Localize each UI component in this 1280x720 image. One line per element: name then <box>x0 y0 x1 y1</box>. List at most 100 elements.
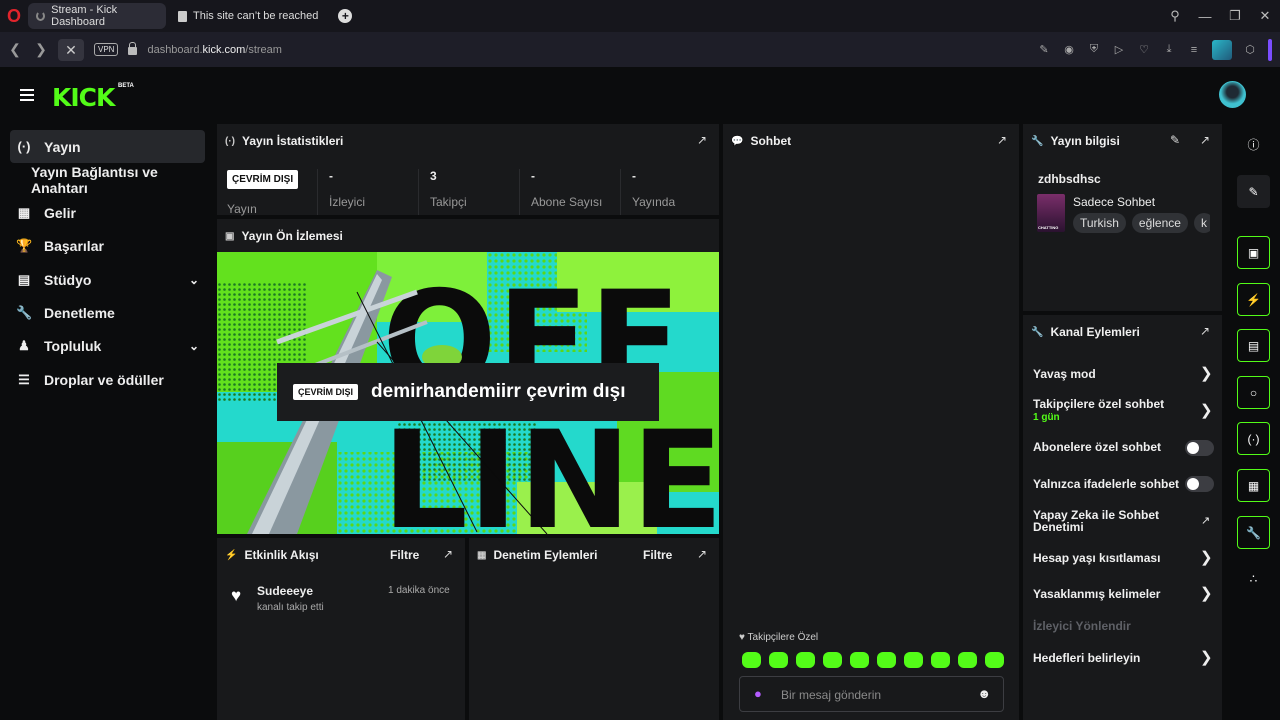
action-emote-only: Yalnızca ifadelerle sohbet <box>1033 477 1180 491</box>
followers-only-indicator: ♥ Takipçilere Özel <box>739 632 819 643</box>
heart-icon[interactable]: ♡ <box>1137 43 1151 56</box>
sidebar-item-studyo[interactable]: ▤ Stüdyo ⌄ <box>10 263 205 296</box>
popout-icon[interactable]: ↗ <box>443 547 453 561</box>
kick-logo[interactable]: KICK <box>52 83 115 112</box>
profile-avatar[interactable] <box>1212 39 1232 60</box>
wrench-icon[interactable]: 🔧 <box>1237 516 1270 549</box>
studio-icon: ▤ <box>17 271 31 287</box>
chevron-right-icon[interactable]: ❯ <box>1200 364 1213 382</box>
action-slow-mode[interactable]: Yavaş mod <box>1033 367 1096 381</box>
emote-icon[interactable] <box>904 652 923 668</box>
status-badge: ÇEVRİM DIŞI <box>227 170 299 189</box>
url-field[interactable]: dashboard.kick.com/stream <box>147 44 282 56</box>
chat-icon[interactable]: ○ <box>1237 376 1270 409</box>
edit-icon[interactable]: ✎ <box>1237 175 1270 208</box>
microphone-icon[interactable]: ● <box>754 686 762 701</box>
emote-icon[interactable] <box>931 652 950 668</box>
shield-icon[interactable]: ⛨ <box>1087 43 1101 56</box>
tag[interactable]: Turkish <box>1073 213 1126 233</box>
log-icon[interactable]: ▤ <box>1237 329 1270 362</box>
window-controls: ⚲ — ❐ ✕ <box>1160 0 1280 32</box>
site-header: KICK BETA <box>0 67 1280 124</box>
sidebar-handle[interactable] <box>1268 38 1272 61</box>
edit-icon[interactable]: ✎ <box>1170 133 1180 147</box>
stop-loading-button[interactable]: ✕ <box>58 38 84 61</box>
chat-message-input[interactable]: ● Bir mesaj gönderin ☻ <box>739 676 1004 712</box>
forward-button[interactable]: ❯ <box>28 41 54 58</box>
emote-icon[interactable] <box>850 652 869 668</box>
sidebar-item-topluluk[interactable]: ♟ Topluluk ⌄ <box>10 329 205 362</box>
maximize-button[interactable]: ❐ <box>1220 8 1250 24</box>
chevron-right-icon[interactable]: ❯ <box>1200 548 1213 566</box>
browser-address-bar: ❮ ❯ ✕ VPN dashboard.kick.com/stream ✎ ◉ … <box>0 32 1280 67</box>
heart-icon: ♥ <box>739 632 745 643</box>
action-ai-moderation[interactable]: Yapay Zeka ile Sohbet Denetimi <box>1033 509 1173 533</box>
user-avatar[interactable] <box>1219 81 1246 108</box>
minimize-button[interactable]: — <box>1190 9 1220 24</box>
preview-icon[interactable]: ▣ <box>1237 236 1270 269</box>
sidebar-item-stream-key[interactable]: Yayın Bağlantısı ve Anahtarı <box>31 163 216 196</box>
chevron-right-icon[interactable]: ❯ <box>1200 648 1213 666</box>
emote-icon[interactable] <box>796 652 815 668</box>
panel-title: Yayın İstatistikleri <box>242 134 344 148</box>
play-icon[interactable]: ▷ <box>1112 43 1126 56</box>
community-icon: ♟ <box>18 337 30 353</box>
community-icon[interactable]: ∴ <box>1237 562 1270 595</box>
subscribers-only-toggle[interactable] <box>1185 440 1214 456</box>
browser-tab[interactable]: This site can’t be reached <box>170 3 328 29</box>
hamburger-menu-icon[interactable] <box>20 89 34 104</box>
emote-icon[interactable] <box>985 652 1004 668</box>
emote-icon[interactable] <box>877 652 896 668</box>
bolt-icon[interactable]: ⚡ <box>1237 283 1270 316</box>
chevron-right-icon[interactable]: ❯ <box>1200 401 1213 419</box>
popout-icon[interactable]: ↗ <box>697 547 707 561</box>
opera-logo-icon[interactable]: O <box>0 0 28 32</box>
popout-icon[interactable]: ↗ <box>1200 324 1210 338</box>
popout-icon[interactable]: ↗ <box>997 133 1007 147</box>
tag[interactable]: eğlence <box>1131 213 1188 233</box>
cube-icon[interactable]: ⬡ <box>1243 43 1257 56</box>
new-tab-button[interactable]: + <box>338 9 353 23</box>
sidebar-item-gelir[interactable]: ▦ Gelir <box>10 196 205 229</box>
emote-icon[interactable] <box>742 652 761 668</box>
menu-icon[interactable]: ≡ <box>1187 44 1201 56</box>
stat-live: - Yayında <box>620 169 675 215</box>
broadcast-icon[interactable]: (·) <box>1237 422 1270 455</box>
category-thumbnail[interactable]: CHATTING <box>1037 194 1065 232</box>
event-user[interactable]: Sudeeeye <box>257 584 313 598</box>
external-link-icon[interactable]: ↗ <box>1201 514 1210 527</box>
back-button[interactable]: ❮ <box>2 41 28 58</box>
sidebar-item-denetleme[interactable]: 🔧 Denetleme <box>10 296 205 329</box>
emote-icon[interactable] <box>823 652 842 668</box>
chat-panel: 💬 Sohbet ↗ ♥ Takipçilere Özel <box>723 124 1019 720</box>
tag[interactable]: k <box>1193 213 1210 233</box>
heart-icon: ♥ <box>231 586 242 605</box>
sidebar-item-basarilar[interactable]: 🏆 Başarılar <box>10 229 205 262</box>
layout-icon[interactable]: ▦ <box>1237 469 1270 502</box>
filter-button[interactable]: Filtre <box>643 548 672 562</box>
chevron-right-icon[interactable]: ❯ <box>1200 584 1213 602</box>
close-button[interactable]: ✕ <box>1250 8 1280 24</box>
download-icon[interactable]: ⤓ <box>1162 43 1176 56</box>
loading-spinner-icon <box>36 11 46 21</box>
sidebar-item-droplar[interactable]: ☰ Droplar ve ödüller <box>10 363 205 396</box>
emote-only-toggle[interactable] <box>1185 476 1214 492</box>
filter-button[interactable]: Filtre <box>390 548 419 562</box>
camera-icon[interactable]: ◉ <box>1062 43 1076 56</box>
action-followers-only[interactable]: Takipçilere özel sohbet <box>1033 397 1164 411</box>
popout-icon[interactable]: ↗ <box>697 133 707 147</box>
search-icon[interactable]: ⚲ <box>1160 8 1190 24</box>
emote-icon[interactable] <box>769 652 788 668</box>
action-banned-words[interactable]: Yasaklanmış kelimeler <box>1033 587 1160 601</box>
vpn-badge[interactable]: VPN <box>94 43 119 56</box>
edit-icon[interactable]: ✎ <box>1037 43 1051 56</box>
emote-icon[interactable] <box>958 652 977 668</box>
emoji-icon[interactable]: ☻ <box>977 686 991 701</box>
info-icon[interactable]: ⓘ <box>1237 128 1270 161</box>
sidebar-item-yayin[interactable]: (·) Yayın <box>10 130 205 163</box>
popout-icon[interactable]: ↗ <box>1200 133 1210 147</box>
lock-icon[interactable] <box>128 42 138 55</box>
browser-tab-active[interactable]: Stream - Kick Dashboard <box>28 3 166 29</box>
action-set-goals[interactable]: Hedefleri belirleyin <box>1033 651 1140 665</box>
action-account-age[interactable]: Hesap yaşı kısıtlaması <box>1033 551 1160 565</box>
